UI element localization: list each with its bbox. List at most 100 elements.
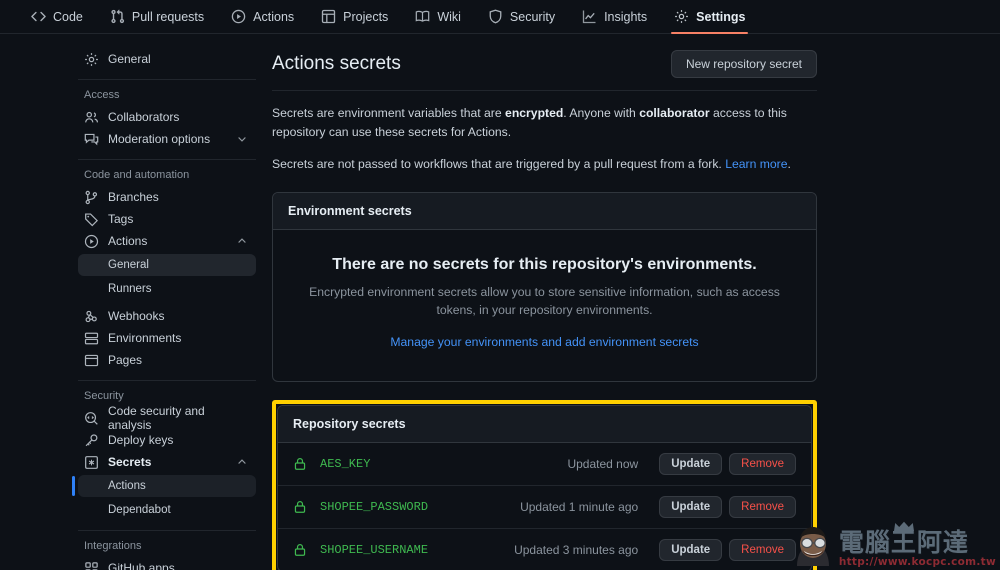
git-pull-request-icon — [110, 9, 125, 24]
sidebar-item-moderation-options[interactable]: Moderation options — [78, 128, 256, 150]
sidebar-item-branches[interactable]: Branches — [78, 186, 256, 208]
sidebar-item-webhooks[interactable]: Webhooks — [78, 305, 256, 327]
secret-updated-time: Updated now — [567, 457, 638, 471]
lock-icon — [293, 457, 307, 471]
sidebar-subitem-actions-runners[interactable]: Runners — [78, 278, 256, 300]
sidebar-group-title-integrations: Integrations — [78, 540, 272, 552]
sidebar-divider — [78, 159, 256, 160]
table-row: AES_KEY Updated now Update Remove — [278, 443, 811, 486]
chevron-up-icon[interactable] — [236, 235, 248, 247]
page-title: Actions secrets — [272, 53, 401, 75]
environment-secrets-panel: Environment secrets There are no secrets… — [272, 192, 817, 383]
nav-tab-label: Insights — [604, 10, 647, 24]
secret-name[interactable]: SHOPEE_PASSWORD — [320, 500, 520, 514]
sidebar-item-label: Actions — [108, 234, 227, 248]
sidebar-item-secrets[interactable]: Secrets — [78, 451, 256, 473]
sidebar-divider — [78, 380, 256, 381]
sidebar-item-environments[interactable]: Environments — [78, 327, 256, 349]
nav-tab-security[interactable]: Security — [479, 0, 564, 33]
remove-secret-button[interactable]: Remove — [729, 539, 796, 561]
sidebar-subitem-secrets-actions[interactable]: Actions — [78, 475, 256, 497]
asterisk-box-icon — [84, 455, 99, 470]
nav-tab-wiki[interactable]: Wiki — [406, 0, 470, 33]
sidebar-subitem-secrets-dependabot[interactable]: Dependabot — [78, 499, 256, 521]
secret-name[interactable]: SHOPEE_USERNAME — [320, 543, 514, 557]
code-icon — [31, 9, 46, 24]
sidebar-subitem-actions-general[interactable]: General — [78, 254, 256, 276]
sidebar-group-title-code-and-automation: Code and automation — [78, 169, 272, 181]
sidebar-item-label: Deploy keys — [108, 433, 248, 447]
sidebar-subitem-label: Actions — [108, 480, 146, 492]
tag-icon — [84, 212, 99, 227]
repo-nav: Code Pull requests Actions Projects Wiki… — [0, 0, 1000, 34]
secrets-description-1: Secrets are environment variables that a… — [272, 104, 817, 142]
empty-state-description: Encrypted environment secrets allow you … — [303, 283, 786, 320]
nav-tab-projects[interactable]: Projects — [312, 0, 397, 33]
nav-tab-label: Code — [53, 10, 83, 24]
nav-tab-label: Pull requests — [132, 10, 204, 24]
new-repository-secret-button[interactable]: New repository secret — [671, 50, 817, 78]
nav-tab-actions[interactable]: Actions — [222, 0, 303, 33]
sidebar-item-label: Branches — [108, 190, 248, 204]
environment-secrets-empty-state: There are no secrets for this repository… — [273, 230, 816, 382]
play-circle-icon — [231, 9, 246, 24]
sidebar-subitem-label: General — [108, 259, 149, 271]
sidebar-item-general[interactable]: General — [78, 48, 256, 70]
secret-updated-time: Updated 1 minute ago — [520, 500, 638, 514]
update-secret-button[interactable]: Update — [659, 496, 722, 518]
remove-secret-button[interactable]: Remove — [729, 453, 796, 475]
nav-tab-label: Projects — [343, 10, 388, 24]
chevron-down-icon[interactable] — [236, 133, 248, 145]
nav-tab-code[interactable]: Code — [22, 0, 92, 33]
main-content: Actions secrets New repository secret Se… — [272, 34, 1000, 570]
nav-tab-insights[interactable]: Insights — [573, 0, 656, 33]
sidebar-item-label: Pages — [108, 353, 248, 367]
gear-icon — [674, 9, 689, 24]
sidebar-divider — [78, 530, 256, 531]
book-icon — [415, 9, 430, 24]
key-icon — [84, 433, 99, 448]
browser-icon — [84, 353, 99, 368]
nav-tab-label: Actions — [253, 10, 294, 24]
sidebar-item-collaborators[interactable]: Collaborators — [78, 106, 256, 128]
git-branch-icon — [84, 190, 99, 205]
repository-secrets-highlight-box: Repository secrets AES_KEY Updated now U… — [272, 400, 817, 570]
sidebar-item-label: Environments — [108, 331, 248, 345]
table-row: SHOPEE_PASSWORD Updated 1 minute ago Upd… — [278, 486, 811, 529]
sidebar-item-code-security-and-analysis[interactable]: Code security and analysis — [78, 407, 256, 429]
shield-icon — [488, 9, 503, 24]
gear-icon — [84, 52, 99, 67]
page-header: Actions secrets New repository secret — [272, 50, 817, 91]
server-icon — [84, 331, 99, 346]
learn-more-link[interactable]: Learn more — [725, 157, 787, 171]
sidebar-item-actions[interactable]: Actions — [78, 230, 256, 252]
sidebar-subitem-label: Dependabot — [108, 504, 171, 516]
apps-icon — [84, 561, 99, 570]
chevron-up-icon[interactable] — [236, 456, 248, 468]
webhook-icon — [84, 309, 99, 324]
remove-secret-button[interactable]: Remove — [729, 496, 796, 518]
sidebar-group-title-security: Security — [78, 390, 272, 402]
table-row: SHOPEE_USERNAME Updated 3 minutes ago Up… — [278, 529, 811, 570]
sidebar-item-label: Code security and analysis — [108, 404, 248, 432]
update-secret-button[interactable]: Update — [659, 453, 722, 475]
blurb-text: Secrets are not passed to workflows that… — [272, 157, 725, 171]
manage-environments-link[interactable]: Manage your environments and add environ… — [390, 335, 698, 349]
nav-tab-settings[interactable]: Settings — [665, 0, 754, 33]
secret-name[interactable]: AES_KEY — [320, 457, 567, 471]
sidebar-item-label: Tags — [108, 212, 248, 226]
sidebar-divider — [78, 79, 256, 80]
sidebar-item-label: Collaborators — [108, 110, 248, 124]
sidebar-item-github-apps[interactable]: GitHub apps — [78, 557, 256, 570]
sidebar-group-title-access: Access — [78, 89, 272, 101]
sidebar-item-pages[interactable]: Pages — [78, 349, 256, 371]
update-secret-button[interactable]: Update — [659, 539, 722, 561]
sidebar-item-label: GitHub apps — [108, 561, 248, 570]
sidebar-item-tags[interactable]: Tags — [78, 208, 256, 230]
sidebar-item-deploy-keys[interactable]: Deploy keys — [78, 429, 256, 451]
nav-tab-pull-requests[interactable]: Pull requests — [101, 0, 213, 33]
table-icon — [321, 9, 336, 24]
comment-discussion-icon — [84, 132, 99, 147]
empty-state-title: There are no secrets for this repository… — [303, 256, 786, 274]
lock-icon — [293, 543, 307, 557]
